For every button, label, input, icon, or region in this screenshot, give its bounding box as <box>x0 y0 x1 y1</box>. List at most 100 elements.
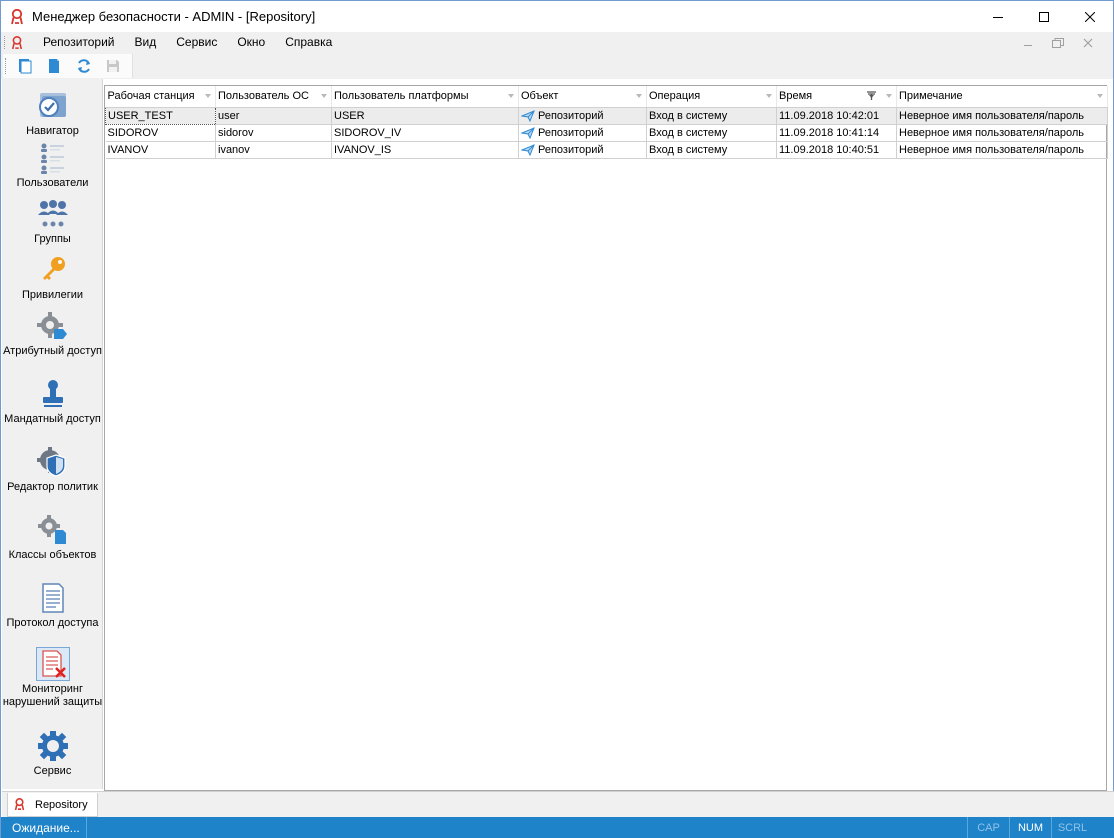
menu-view[interactable]: Вид <box>125 32 167 53</box>
sort-arrow-icon[interactable] <box>766 94 772 98</box>
nav-item-privileges[interactable]: Привилегии <box>2 253 103 302</box>
nav-label-navigator: Навигатор <box>26 125 79 137</box>
cell-workstation[interactable]: SIDOROV <box>105 124 216 142</box>
column-header-os-user[interactable]: Пользователь ОС <box>215 86 332 108</box>
window-title: Менеджер безопасности - ADMIN - [Reposit… <box>32 9 316 24</box>
column-header-note[interactable]: Примечание <box>896 86 1108 108</box>
save-button[interactable] <box>103 55 125 77</box>
menu-window[interactable]: Окно <box>227 32 275 53</box>
column-header-time[interactable]: Время <box>776 86 897 108</box>
violations-grid: Рабочая станция Пользователь ОС Пользова… <box>104 85 1108 791</box>
sort-arrow-icon[interactable] <box>886 94 892 98</box>
refresh-button[interactable] <box>73 55 95 77</box>
menu-help[interactable]: Справка <box>275 32 342 53</box>
cell-object[interactable]: Репозиторий <box>518 124 647 142</box>
cell-time[interactable]: 11.09.2018 10:42:01 <box>776 107 897 125</box>
app-logo-icon <box>11 8 23 24</box>
cell-os-user[interactable]: sidorov <box>215 124 332 142</box>
nav-label-attribute-access: Атрибутный доступ <box>3 345 102 357</box>
window-controls <box>975 1 1113 32</box>
navigator-icon <box>36 89 70 123</box>
status-bar: Ожидание... CAP NUM SCRL <box>1 817 1114 838</box>
menu-service[interactable]: Сервис <box>166 32 227 53</box>
object-label: Репозиторий <box>538 109 604 122</box>
cell-note[interactable]: Неверное имя пользователя/пароль <box>896 107 1108 125</box>
column-header-operation[interactable]: Операция <box>646 86 777 108</box>
cell-os-user[interactable]: ivanov <box>215 141 332 159</box>
column-header-object[interactable]: Объект <box>518 86 647 108</box>
toolbar-grip[interactable] <box>5 58 8 74</box>
cell-operation[interactable]: Вход в систему <box>646 141 777 159</box>
menu-grip[interactable] <box>4 36 7 49</box>
nav-label-users: Пользователи <box>16 177 89 189</box>
table-row[interactable]: IVANOV ivanov IVANOV_IS Репозиторий Вход… <box>105 141 1108 159</box>
column-header-platform-user[interactable]: Пользователь платформы <box>331 86 519 108</box>
mdi-app-icon[interactable] <box>11 35 23 50</box>
cell-workstation[interactable]: IVANOV <box>105 141 216 159</box>
cell-time[interactable]: 11.09.2018 10:41:14 <box>776 124 897 142</box>
cell-operation[interactable]: Вход в систему <box>646 124 777 142</box>
caps-lock-indicator: CAP <box>967 817 1009 838</box>
table-row[interactable]: SIDOROV sidorov SIDOROV_IV Репозиторий В… <box>105 124 1108 142</box>
nav-label-object-classes: Классы объектов <box>8 549 97 561</box>
nav-item-service[interactable]: Сервис <box>2 729 103 778</box>
tab-label: Repository <box>35 798 88 811</box>
column-header-label: Примечание <box>899 90 963 103</box>
users-list-icon <box>36 141 70 175</box>
tab-repository[interactable]: Repository <box>7 793 98 817</box>
nav-label-mandatory-access: Мандатный доступ <box>4 413 101 425</box>
sort-arrow-icon[interactable] <box>205 94 211 98</box>
open-document-icon <box>49 59 60 73</box>
column-header-workstation[interactable]: Рабочая станция <box>105 86 216 108</box>
size-grip[interactable] <box>1093 817 1114 838</box>
nav-item-access-log[interactable]: Протокол доступа <box>2 581 103 630</box>
violations-table: Рабочая станция Пользователь ОС Пользова… <box>105 86 1108 159</box>
nav-item-object-classes[interactable]: Классы объектов <box>2 513 103 562</box>
document-tabs: Repository <box>2 791 1114 817</box>
nav-item-users[interactable]: Пользователи <box>2 141 103 190</box>
cell-workstation[interactable]: USER_TEST <box>105 106 216 125</box>
cell-platform-user[interactable]: SIDOROV_IV <box>331 124 519 142</box>
nav-item-attribute-access[interactable]: Атрибутный доступ <box>2 309 103 358</box>
nav-item-groups[interactable]: Группы <box>2 197 103 246</box>
nav-item-mandatory-access[interactable]: Мандатный доступ <box>2 377 103 426</box>
cell-platform-user[interactable]: USER <box>331 107 519 125</box>
key-icon <box>36 253 70 287</box>
service-gear-icon <box>36 729 70 763</box>
maximize-button[interactable] <box>1021 1 1067 32</box>
repository-icon <box>521 126 535 139</box>
cell-os-user[interactable]: user <box>215 107 332 125</box>
cell-note[interactable]: Неверное имя пользователя/пароль <box>896 124 1108 142</box>
open-document-button[interactable] <box>43 55 65 77</box>
mdi-minimize-button[interactable] <box>1013 32 1043 53</box>
nav-item-security-violations[interactable]: Мониторинг нарушений защиты <box>2 647 103 709</box>
status-text: Ожидание... <box>1 817 87 838</box>
minimize-icon <box>1024 44 1032 46</box>
close-button[interactable] <box>1067 1 1113 32</box>
restore-icon <box>1052 37 1064 48</box>
sort-arrow-icon[interactable] <box>636 94 642 98</box>
object-label: Репозиторий <box>538 126 604 139</box>
sort-arrow-icon[interactable] <box>321 94 327 98</box>
cell-object[interactable]: Репозиторий <box>518 107 647 125</box>
cell-time[interactable]: 11.09.2018 10:40:51 <box>776 141 897 159</box>
minimize-button[interactable] <box>975 1 1021 32</box>
cell-object[interactable]: Репозиторий <box>518 141 647 159</box>
mdi-restore-button[interactable] <box>1043 32 1073 53</box>
object-label: Репозиторий <box>538 143 604 156</box>
sort-arrow-icon[interactable] <box>1097 94 1103 98</box>
cell-platform-user[interactable]: IVANOV_IS <box>331 141 519 159</box>
cell-operation[interactable]: Вход в систему <box>646 107 777 125</box>
new-document-button[interactable] <box>14 55 36 77</box>
sort-arrow-icon[interactable] <box>508 94 514 98</box>
nav-item-policy-editor[interactable]: Редактор политик <box>2 445 103 494</box>
table-row[interactable]: USER_TEST user USER Репозиторий Вход в с… <box>105 106 1108 125</box>
repository-logo-icon <box>14 798 25 811</box>
nav-label-policy-editor: Редактор политик <box>7 481 98 493</box>
menu-repository[interactable]: Репозиторий <box>33 32 125 53</box>
nav-item-navigator[interactable]: Навигатор <box>2 89 103 138</box>
cell-note[interactable]: Неверное имя пользователя/пароль <box>896 141 1108 159</box>
column-header-label: Время <box>779 90 813 103</box>
filter-icon[interactable] <box>867 91 876 101</box>
mdi-close-button[interactable] <box>1073 32 1103 53</box>
